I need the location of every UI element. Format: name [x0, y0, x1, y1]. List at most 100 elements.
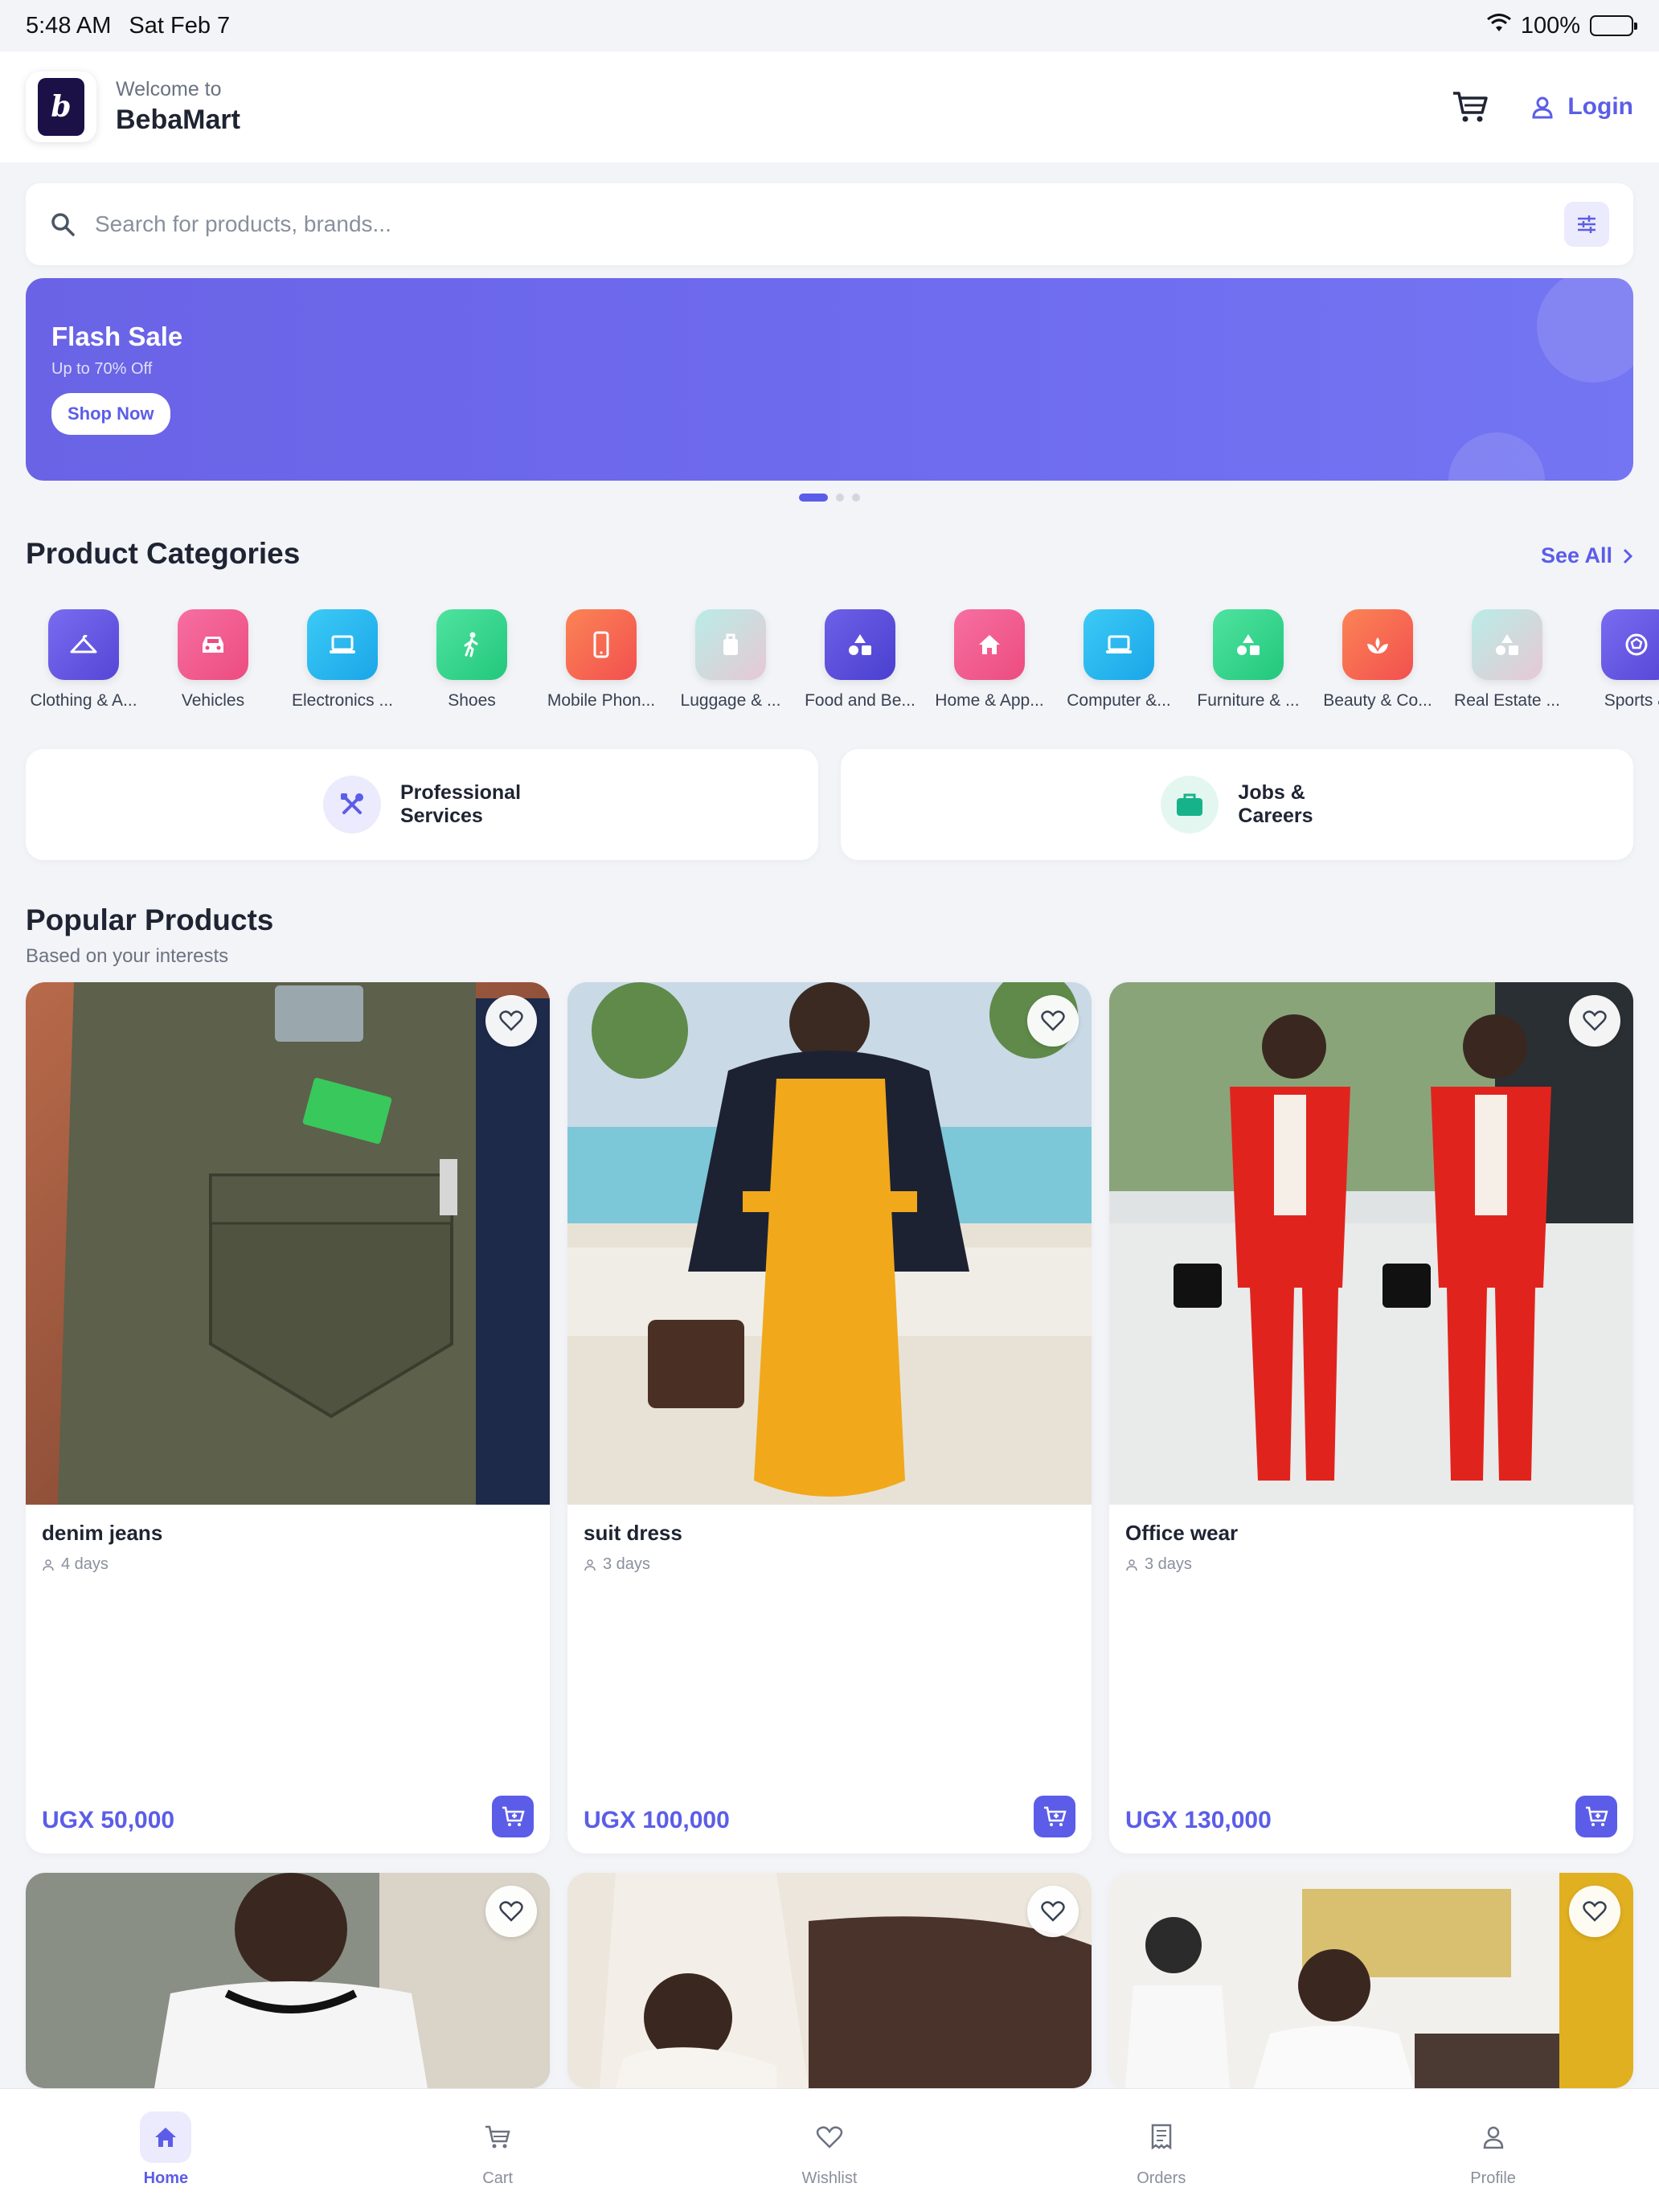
- category-item[interactable]: Clothing & A...: [26, 609, 141, 714]
- wifi-icon: [1486, 13, 1511, 39]
- product-image[interactable]: [567, 1873, 1092, 2088]
- product-age: 4 days: [61, 1555, 109, 1573]
- category-item[interactable]: Shoes: [414, 609, 530, 714]
- cart-plus-icon: [1044, 1806, 1067, 1826]
- pagination-dot[interactable]: [799, 494, 828, 502]
- category-item[interactable]: Sports &: [1579, 609, 1659, 714]
- brand-block: Welcome to BebaMart: [116, 78, 240, 136]
- product-image-office-wear[interactable]: [1109, 982, 1633, 1505]
- professional-services-card[interactable]: Professional Services: [26, 749, 818, 860]
- product-image[interactable]: [26, 1873, 550, 2088]
- wishlist-button[interactable]: [485, 995, 537, 1047]
- banner-title: Flash Sale: [51, 322, 183, 351]
- app-logo[interactable]: b: [26, 72, 96, 142]
- product-image-jeans[interactable]: [26, 982, 550, 1505]
- shapes-icon: [825, 609, 895, 680]
- shapes-icon: [1472, 609, 1542, 680]
- user-icon: [1126, 1559, 1137, 1571]
- pagination-dot[interactable]: [852, 494, 860, 502]
- category-item[interactable]: Luggage & ...: [673, 609, 789, 714]
- filter-button[interactable]: [1564, 202, 1609, 247]
- sliders-icon: [1578, 215, 1596, 233]
- see-all-link[interactable]: See All: [1541, 543, 1633, 568]
- heart-icon: [1583, 1010, 1607, 1031]
- flash-sale-banner[interactable]: Flash Sale Up to 70% Off Shop Now: [26, 278, 1633, 481]
- nav-wishlist[interactable]: Wishlist: [664, 2089, 996, 2212]
- laptop-icon: [307, 609, 378, 680]
- product-card[interactable]: [567, 1873, 1092, 2088]
- category-item[interactable]: Vehicles: [155, 609, 271, 714]
- chevron-right-icon: [1623, 548, 1633, 563]
- search-icon: [51, 213, 75, 236]
- product-card[interactable]: [1109, 1873, 1633, 2088]
- product-age: 3 days: [603, 1555, 650, 1573]
- heart-icon: [1041, 1901, 1065, 1922]
- product-name: denim jeans: [42, 1521, 163, 1545]
- jobs-careers-card[interactable]: Jobs & Careers: [841, 749, 1633, 860]
- nav-home[interactable]: Home: [0, 2089, 332, 2212]
- heart-icon: [1041, 1010, 1065, 1031]
- wishlist-button[interactable]: [485, 1886, 537, 1937]
- product-image[interactable]: [1109, 1873, 1633, 2088]
- ball-icon: [1601, 609, 1659, 680]
- pagination-dot[interactable]: [836, 494, 844, 502]
- category-item[interactable]: Beauty & Co...: [1320, 609, 1436, 714]
- heart-icon: [1583, 1901, 1607, 1922]
- nav-cart[interactable]: Cart: [332, 2089, 664, 2212]
- user-icon: [584, 1559, 596, 1571]
- popular-products-subtitle: Based on your interests: [26, 945, 229, 967]
- product-age: 3 days: [1145, 1555, 1192, 1573]
- user-icon: [1532, 96, 1553, 119]
- status-date: Sat Feb 7: [129, 12, 231, 39]
- heart-icon: [804, 2112, 855, 2163]
- product-image-suit-dress[interactable]: [567, 982, 1092, 1505]
- category-item[interactable]: Computer &...: [1061, 609, 1177, 714]
- user-icon: [43, 1559, 54, 1571]
- luggage-icon: [695, 609, 766, 680]
- category-item[interactable]: Electronics ...: [285, 609, 400, 714]
- category-item[interactable]: Food and Be...: [802, 609, 918, 714]
- popular-products-title: Popular Products: [26, 903, 274, 936]
- category-item[interactable]: Home & App...: [932, 609, 1047, 714]
- shop-now-button[interactable]: Shop Now: [51, 393, 170, 435]
- tools-icon: [322, 776, 381, 834]
- cart-icon[interactable]: [1450, 87, 1490, 127]
- app-name: BebaMart: [116, 104, 240, 135]
- login-button[interactable]: Login: [1530, 93, 1633, 121]
- nav-orders[interactable]: Orders: [995, 2089, 1327, 2212]
- product-card[interactable]: Office wear 3 days UGX 130,000: [1109, 982, 1633, 1854]
- status-time: 5:48 AM: [26, 12, 112, 39]
- cart-plus-icon: [1586, 1806, 1608, 1826]
- wishlist-button[interactable]: [1569, 995, 1620, 1047]
- product-price: UGX 50,000: [42, 1807, 175, 1833]
- banner-pagination: [0, 494, 1659, 502]
- status-bar: 5:48 AM Sat Feb 7 100%: [0, 0, 1659, 51]
- category-list: Clothing & A... Vehicles Electronics ...…: [26, 609, 1659, 714]
- product-card[interactable]: [26, 1873, 550, 2088]
- cart-icon: [472, 2112, 523, 2163]
- home-icon: [140, 2112, 192, 2163]
- laptop-icon: [1083, 609, 1154, 680]
- briefcase-icon: [1161, 776, 1219, 834]
- nav-profile[interactable]: Profile: [1327, 2089, 1659, 2212]
- search-bar[interactable]: Search for products, brands...: [26, 183, 1633, 265]
- login-label: Login: [1567, 93, 1633, 120]
- user-icon: [1468, 2112, 1519, 2163]
- search-input[interactable]: Search for products, brands...: [95, 211, 1564, 237]
- wishlist-button[interactable]: [1027, 1886, 1079, 1937]
- product-card[interactable]: suit dress 3 days UGX 100,000: [567, 982, 1092, 1854]
- add-to-cart-button[interactable]: [1034, 1796, 1075, 1837]
- product-price: UGX 130,000: [1125, 1807, 1272, 1833]
- car-icon: [178, 609, 248, 680]
- category-item[interactable]: Furniture & ...: [1190, 609, 1306, 714]
- category-item[interactable]: Real Estate ...: [1449, 609, 1565, 714]
- category-item[interactable]: Mobile Phon...: [543, 609, 659, 714]
- add-to-cart-button[interactable]: [1575, 1796, 1617, 1837]
- wishlist-button[interactable]: [1027, 995, 1079, 1047]
- wishlist-button[interactable]: [1569, 1886, 1620, 1937]
- lotus-icon: [1342, 609, 1413, 680]
- welcome-text: Welcome to: [116, 78, 222, 100]
- product-card[interactable]: denim jeans 4 days UGX 50,000: [26, 982, 550, 1854]
- add-to-cart-button[interactable]: [492, 1796, 534, 1837]
- walking-icon: [436, 609, 507, 680]
